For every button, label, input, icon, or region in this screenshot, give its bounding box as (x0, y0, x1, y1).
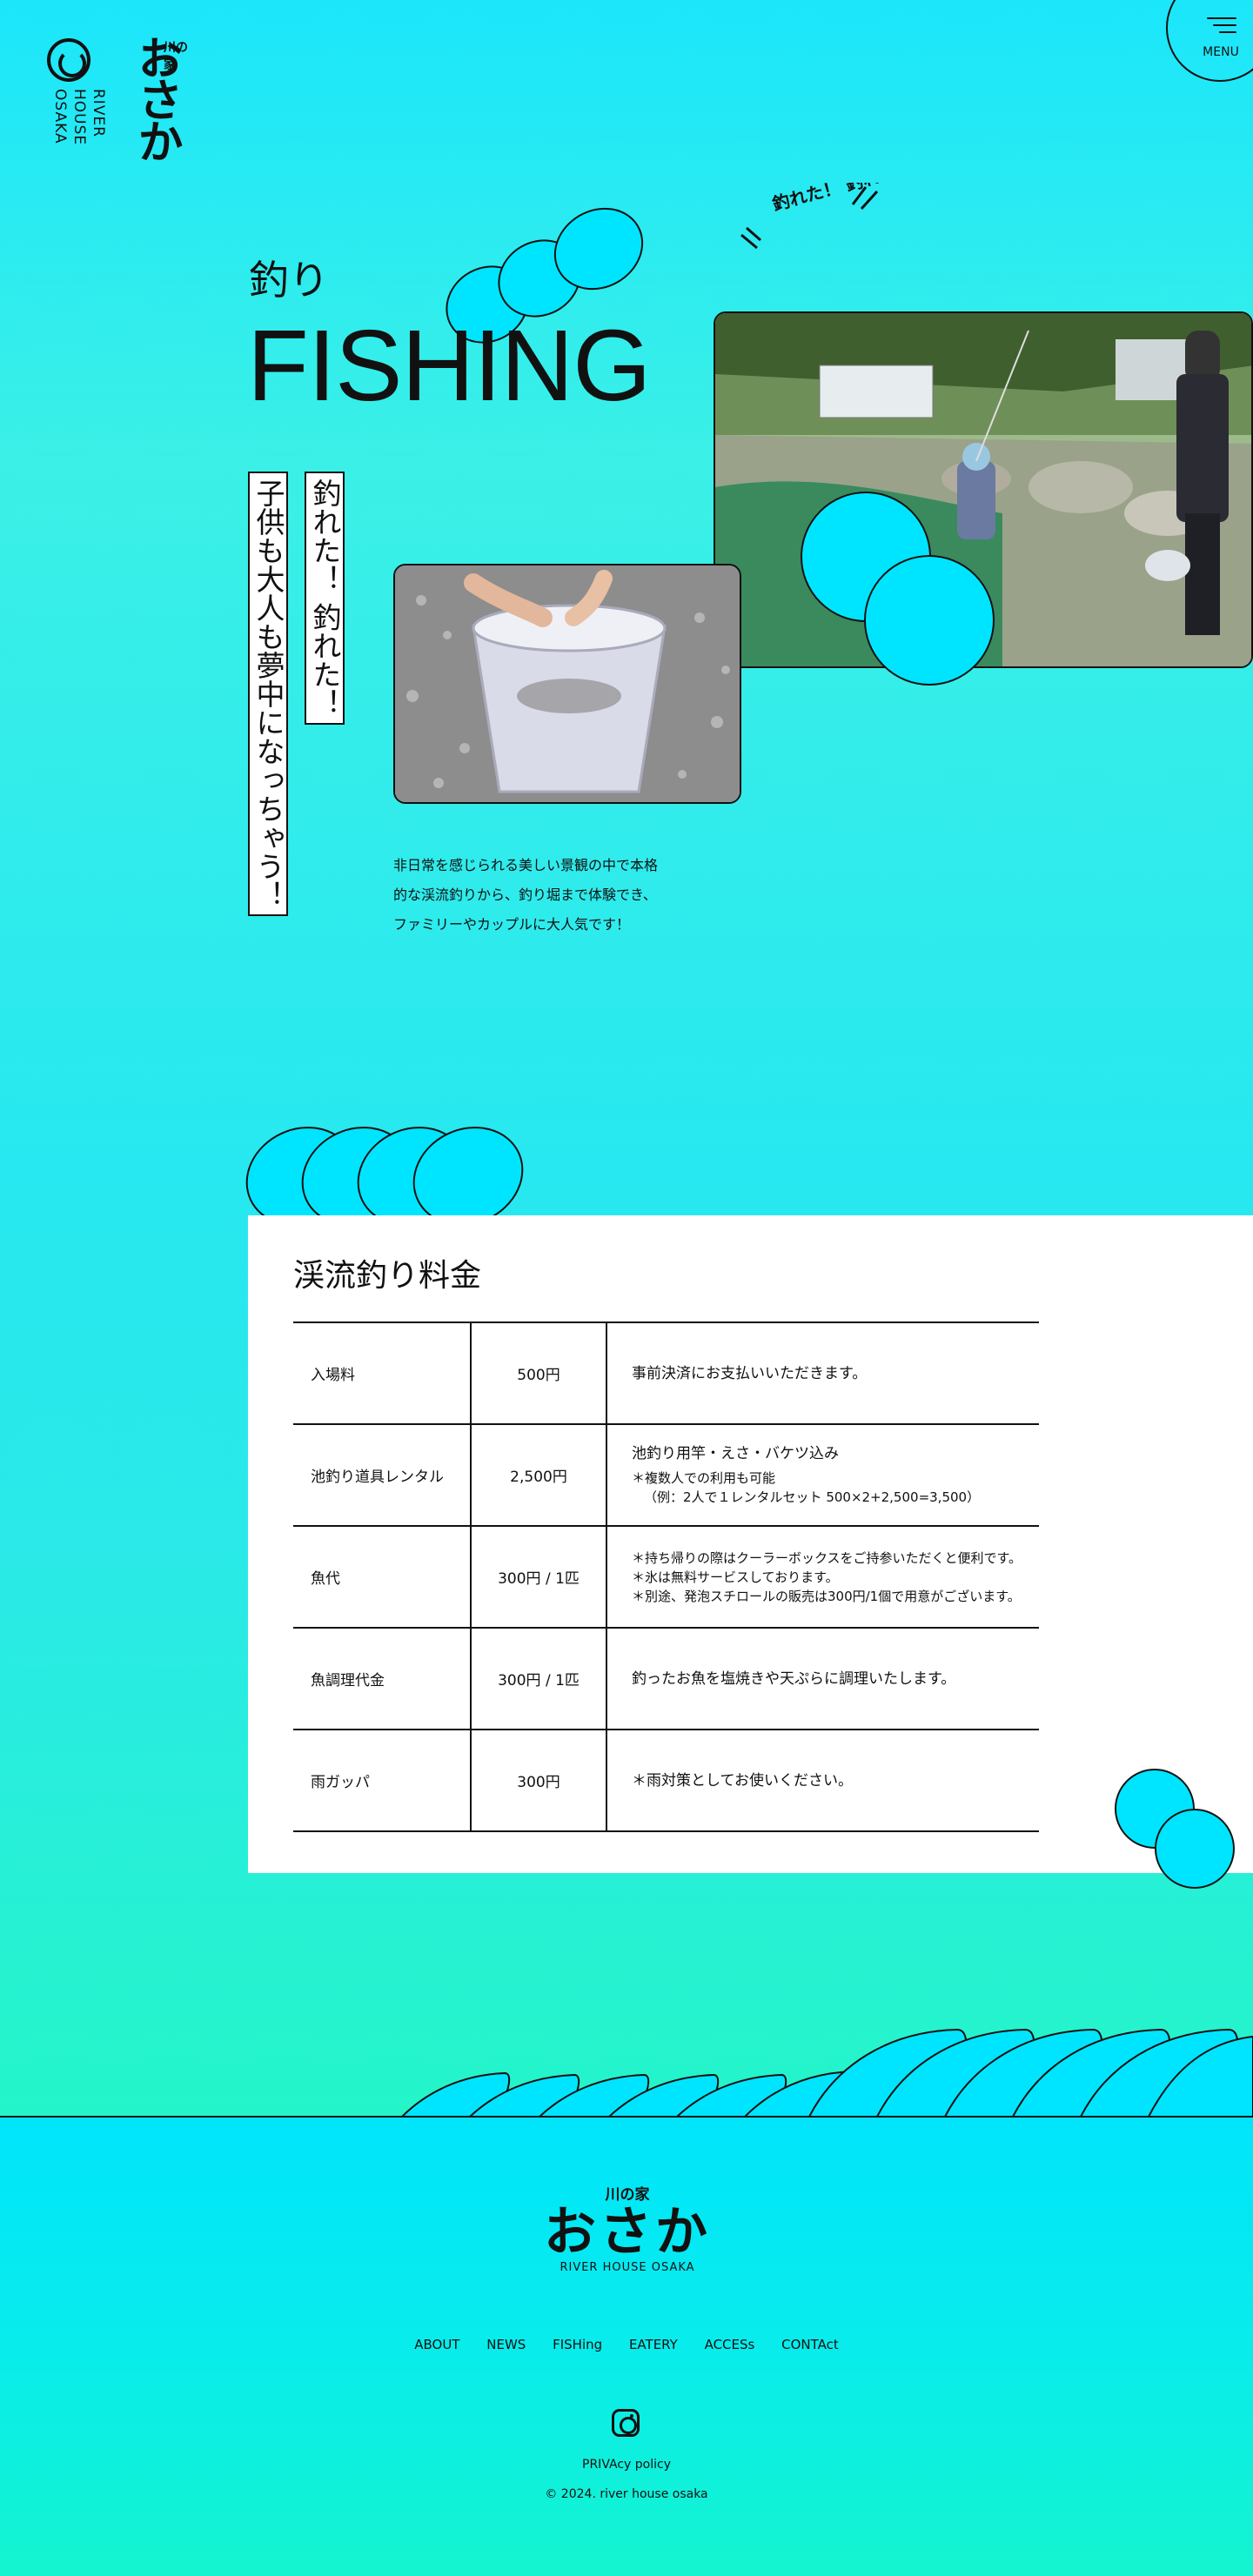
footer-logo-english: RIVER HOUSE OSAKA (559, 2261, 695, 2274)
price-sub-note: （例：2人で１レンタルセット 500×2+2,500=3,500） (644, 1489, 981, 1505)
wave-decoration (400, 2028, 1253, 2118)
description-line: 的な渓流釣りから、釣り堀まで体験でき、 (393, 887, 657, 903)
footer-divider (0, 2116, 1253, 2118)
logo-english: RIVER HOUSE OSAKA (51, 89, 107, 146)
table-row: 魚代 300円 / 1匹 ＊持ち帰りの際はクーラーボックスをご持参いただくと便利… (293, 1525, 1039, 1629)
price-main-note: 釣ったお魚を塩焼きや天ぷらに調理いたします。 (632, 1669, 956, 1688)
footer-nav-fishing[interactable]: FISHing (553, 2337, 602, 2352)
price-item: 入場料 (293, 1321, 472, 1425)
footer-logo[interactable]: 川の家 おさか RIVER HOUSE OSAKA (527, 2182, 727, 2274)
bubbles-decoration-panel (1115, 1769, 1235, 1889)
menu-button[interactable]: MENU (1166, 0, 1253, 82)
price-amount: 300円 / 1匹 (471, 1525, 607, 1629)
description-line: 非日常を感じられる美しい景観の中で本格 (393, 857, 659, 873)
price-main-note: 事前決済にお支払いいただきます。 (632, 1364, 868, 1382)
instagram-icon[interactable] (612, 2409, 640, 2437)
footer-nav-news[interactable]: NEWS (486, 2337, 526, 2352)
table-row: 入場料 500円 事前決済にお支払いいただきます。 (293, 1321, 1039, 1425)
price-note-cell: ＊雨対策としてお使いください。 (606, 1729, 1039, 1832)
site-logo[interactable]: RIVER HOUSE OSAKA おさか 川の家 (47, 35, 195, 191)
section-subtitle: 釣り (249, 257, 329, 304)
footer-logo-small: 川の家 (605, 2186, 650, 2204)
copyright: © 2024. river house osaka (545, 2487, 708, 2501)
footer-logo-main: おさか (544, 2202, 711, 2263)
catch-copy-vertical: 子供も大人も夢中になっちゃう！ (248, 472, 288, 916)
section-title: FISHING (247, 309, 651, 422)
table-row: 魚調理代金 300円 / 1匹 釣ったお魚を塩焼きや天ぷらに調理いたします。 (293, 1627, 1039, 1730)
logo-small-text: 川の家 (164, 41, 188, 72)
description-line: ファミリーやカップルに大人気です！ (393, 916, 631, 933)
handwritten-catch: 釣れた！ 釣れた！ (740, 183, 879, 250)
price-item: 雨ガッパ (293, 1729, 472, 1832)
price-sub-note: ＊別途、発泡スチロールの販売は300円/1個で用意がございます。 (632, 1588, 1021, 1604)
footer-nav: ABOUT NEWS FISHing EATERY ACCESs CONTAct (0, 2337, 1253, 2352)
table-row: 雨ガッパ 300円 ＊雨対策としてお使いください。 (293, 1729, 1039, 1832)
price-note-cell: 事前決済にお支払いいただきます。 (606, 1321, 1039, 1425)
price-note-cell: 釣ったお魚を塩焼きや天ぷらに調理いたします。 (606, 1627, 1039, 1730)
price-amount: 300円 (471, 1729, 607, 1832)
logo-mark-icon (47, 38, 90, 82)
catch-copy-vertical-2: 釣れた！ 釣れた！ (305, 472, 345, 725)
fishing-photo-bucket (393, 564, 741, 804)
menu-icon (1207, 17, 1236, 38)
price-panel: 渓流釣り料金 入場料 500円 事前決済にお支払いいただきます。 池釣り道具レン… (248, 1215, 1253, 1873)
price-sub-note: ＊氷は無料サービスしております。 (632, 1569, 839, 1585)
price-title: 渓流釣り料金 (293, 1258, 482, 1294)
footer-nav-about[interactable]: ABOUT (414, 2337, 459, 2352)
price-amount: 500円 (471, 1321, 607, 1425)
section-description: 非日常を感じられる美しい景観の中で本格 的な渓流釣りから、釣り堀まで体験でき、 … (393, 851, 658, 940)
price-item: 池釣り道具レンタル (293, 1423, 472, 1527)
price-sub-note: ＊複数人での利用も可能 (632, 1469, 776, 1486)
privacy-link[interactable]: PRIVAcy policy (0, 2458, 1253, 2472)
price-table: 入場料 500円 事前決済にお支払いいただきます。 池釣り道具レンタル 2,50… (293, 1321, 1039, 1832)
price-main-note: 池釣り用竿・えさ・バケツ込み (632, 1444, 839, 1462)
price-main-note: ＊雨対策としてお使いください。 (632, 1771, 853, 1790)
price-note-cell: 池釣り用竿・えさ・バケツ込み ＊複数人での利用も可能 （例：2人で１レンタルセッ… (606, 1423, 1039, 1527)
price-amount: 300円 / 1匹 (471, 1627, 607, 1730)
menu-label: MENU (1203, 45, 1239, 59)
price-amount: 2,500円 (471, 1423, 607, 1527)
footer-nav-eatery[interactable]: EATERY (629, 2337, 678, 2352)
price-item: 魚代 (293, 1525, 472, 1629)
footer-nav-access[interactable]: ACCESs (705, 2337, 755, 2352)
price-item: 魚調理代金 (293, 1627, 472, 1730)
handwritten-text: 釣れた！ 釣れた！ (770, 183, 879, 215)
price-sub-note: ＊持ち帰りの際はクーラーボックスをご持参いただくと便利です。 (632, 1549, 1022, 1566)
footer-nav-contact[interactable]: CONTAct (781, 2337, 839, 2352)
bubbles-decoration-photo (801, 492, 995, 686)
price-note-cell: ＊持ち帰りの際はクーラーボックスをご持参いただくと便利です。 ＊氷は無料サービス… (606, 1525, 1039, 1629)
table-row: 池釣り道具レンタル 2,500円 池釣り用竿・えさ・バケツ込み ＊複数人での利用… (293, 1423, 1039, 1527)
